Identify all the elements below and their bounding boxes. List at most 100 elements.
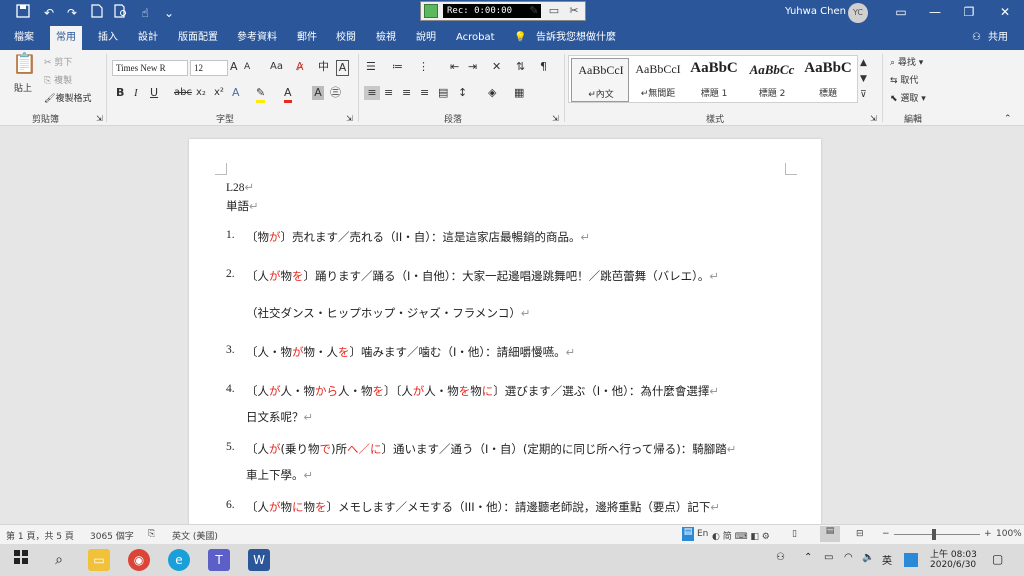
list-item[interactable]: （社交ダンス・ヒップホップ・ジャズ・フラメンコ）↵ — [246, 305, 531, 321]
bullets-icon[interactable]: ☰ — [366, 60, 376, 74]
styles-more-icon[interactable]: ⊽ — [860, 88, 867, 102]
ribbon-display-icon[interactable]: ▭ — [890, 3, 912, 21]
multilevel-list-icon[interactable]: ⋮ — [418, 60, 429, 74]
volume-icon[interactable]: 🔈 — [862, 552, 874, 563]
minimize-icon[interactable]: — — [924, 3, 946, 21]
list-item[interactable]: 〔人が物を〕踊ります／踊る（I・自他）：大家一起邊唱邊跳舞吧！／跳芭蕾舞（バレエ… — [246, 268, 719, 284]
dialog-launcher-icon[interactable]: ⇲ — [346, 112, 353, 126]
clear-format-icon[interactable]: A̷ — [296, 60, 304, 74]
chinese-layout-icon[interactable]: ✕ — [492, 60, 501, 74]
style-normal[interactable]: AaBbCcI ↵內文 — [571, 58, 629, 102]
document-page[interactable]: L28↵ 単語↵ 1. 〔物が〕売れます／売れる（II・自）：這是這家店最暢銷的商… — [189, 139, 821, 524]
pen-icon[interactable]: ✎ — [527, 4, 541, 18]
list-item[interactable]: 〔人・物が物・人を〕噛みます／噛む（I・他）：請細嚼慢嚥。↵ — [246, 344, 575, 360]
enclose-char-icon[interactable]: ㊂ — [330, 86, 341, 100]
tab-references[interactable]: 參考資料 — [237, 26, 277, 50]
borders-icon[interactable]: ▦ — [514, 86, 524, 100]
zoom-slider[interactable] — [894, 534, 980, 535]
redo-icon[interactable]: ↷ — [63, 4, 81, 22]
teams-icon[interactable]: T — [208, 549, 230, 571]
list-item[interactable]: 〔物が〕売れます／売れる（II・自）：這是這家店最暢銷的商品。↵ — [246, 229, 590, 245]
justify-icon[interactable]: ≡ — [420, 86, 429, 100]
paste-button[interactable]: 貼上 — [14, 82, 32, 96]
list-item[interactable]: 日文系呢？↵ — [246, 409, 313, 425]
style-heading-2[interactable]: AaBbCc 標題 2 — [743, 58, 801, 102]
char-shading-icon[interactable]: A — [312, 86, 324, 100]
save-icon[interactable] — [14, 4, 32, 22]
styles-scroll-down-icon[interactable]: ▼ — [860, 72, 867, 86]
tab-file[interactable]: 檔案 — [14, 26, 34, 50]
close-icon[interactable]: ✕ — [994, 3, 1016, 21]
shading-icon[interactable]: ◈ — [488, 86, 496, 100]
people-icon[interactable]: ⚇ — [776, 552, 785, 563]
language-indicator[interactable]: 英文 (美國) — [172, 529, 218, 542]
distributed-icon[interactable]: ▤ — [438, 86, 448, 100]
avatar[interactable]: YC — [848, 3, 868, 23]
undo-icon[interactable]: ↶ — [40, 4, 58, 22]
list-item[interactable]: 〔人が(乗り物で)所へ／に〕通います／通う（I・自）(定期的に同じ所へ行って帰る… — [246, 441, 736, 457]
clock-date[interactable]: 2020/6/30 — [930, 560, 976, 570]
style-no-spacing[interactable]: AaBbCcI ↵無間距 — [629, 58, 687, 102]
new-document-icon[interactable] — [88, 4, 106, 22]
change-case-icon[interactable]: Aa — [270, 60, 283, 74]
copy-button[interactable]: ⎘ 複製 — [44, 74, 72, 88]
select-button[interactable]: ⬉ 選取 ▾ — [890, 92, 926, 106]
font-name-select[interactable]: Times New R — [112, 60, 188, 76]
tab-design[interactable]: 設計 — [138, 26, 158, 50]
list-item[interactable]: 車上下學。↵ — [246, 467, 313, 483]
list-item[interactable]: 〔人が人・物から人・物を〕〔人が人・物を物に〕選びます／選ぶ（I・他）：為什麼會… — [246, 383, 719, 399]
bold-icon[interactable]: B — [116, 86, 124, 100]
line-spacing-icon[interactable]: ↕ — [458, 86, 467, 100]
tab-home[interactable]: 常用 — [50, 26, 82, 50]
doc-heading[interactable]: L28↵ — [226, 180, 254, 194]
find-button[interactable]: ⌕ 尋找 ▾ — [890, 56, 923, 70]
tab-review[interactable]: 校閱 — [336, 26, 356, 50]
dialog-launcher-icon[interactable]: ⇲ — [552, 112, 559, 126]
scissors-icon[interactable]: ✂ — [567, 4, 581, 18]
tab-mailings[interactable]: 郵件 — [297, 26, 317, 50]
zoom-in-icon[interactable]: + — [984, 529, 992, 539]
underline-icon[interactable]: U — [150, 86, 158, 100]
phonetic-guide-icon[interactable]: 中 — [318, 60, 329, 74]
align-right-icon[interactable]: ≡ — [402, 86, 411, 100]
customize-toolbar-icon[interactable]: ⌄ — [160, 4, 178, 22]
style-title[interactable]: AaBbC 標題 — [799, 58, 857, 102]
recorder-status-icon[interactable] — [424, 4, 438, 18]
font-color-icon[interactable]: A — [284, 86, 292, 103]
show-marks-icon[interactable]: ¶ — [540, 60, 547, 74]
italic-icon[interactable]: I — [134, 86, 138, 100]
print-layout-icon[interactable]: ▤ — [820, 526, 840, 542]
ime-pad-icon[interactable] — [904, 553, 918, 567]
tell-me-search[interactable]: 告訴我您想做什麼 — [536, 26, 616, 50]
user-name[interactable]: Yuhwa Chen — [785, 6, 846, 17]
tab-acrobat[interactable]: Acrobat — [456, 26, 495, 50]
search-icon[interactable]: ⌕ — [48, 549, 70, 571]
paste-icon[interactable]: 📋 — [12, 53, 37, 80]
cut-button[interactable]: ✂ 剪下 — [44, 56, 72, 70]
strikethrough-icon[interactable]: abc — [174, 86, 192, 100]
ime-mode[interactable]: 英 — [882, 552, 892, 567]
print-preview-icon[interactable] — [112, 4, 130, 22]
tab-insert[interactable]: 插入 — [98, 26, 118, 50]
sort-icon[interactable]: ⇅ — [516, 60, 525, 74]
share-button[interactable]: 共用 — [988, 26, 1008, 50]
replace-button[interactable]: ⇆ 取代 — [890, 74, 918, 88]
dialog-launcher-icon[interactable]: ⇲ — [870, 112, 877, 126]
numbering-icon[interactable]: ≔ — [392, 60, 403, 74]
doc-subheading[interactable]: 単語↵ — [226, 198, 259, 214]
tray-expand-icon[interactable]: ⌃ — [804, 552, 812, 563]
read-mode-icon[interactable]: ▯ — [792, 529, 797, 539]
font-size-select[interactable]: 12 — [190, 60, 228, 76]
web-layout-icon[interactable]: ⊟ — [856, 529, 864, 539]
word-icon[interactable]: W — [248, 549, 270, 571]
align-center-icon[interactable]: ≡ — [384, 86, 393, 100]
edge-icon[interactable]: e — [168, 549, 190, 571]
increase-indent-icon[interactable]: ⇥ — [468, 60, 477, 74]
clock-time[interactable]: 上午 08:03 — [930, 547, 977, 560]
highlight-icon[interactable]: ✎ — [256, 86, 266, 103]
file-explorer-icon[interactable]: ▭ — [88, 549, 110, 571]
battery-icon[interactable]: ▭ — [824, 552, 833, 563]
list-item[interactable]: 〔人が物に物を〕メモします／メモする（III・他）：請邊聽老師說，邊將重點（要点… — [246, 499, 720, 515]
grow-font-icon[interactable]: A — [230, 60, 238, 74]
restore-icon[interactable]: ❐ — [958, 3, 980, 21]
